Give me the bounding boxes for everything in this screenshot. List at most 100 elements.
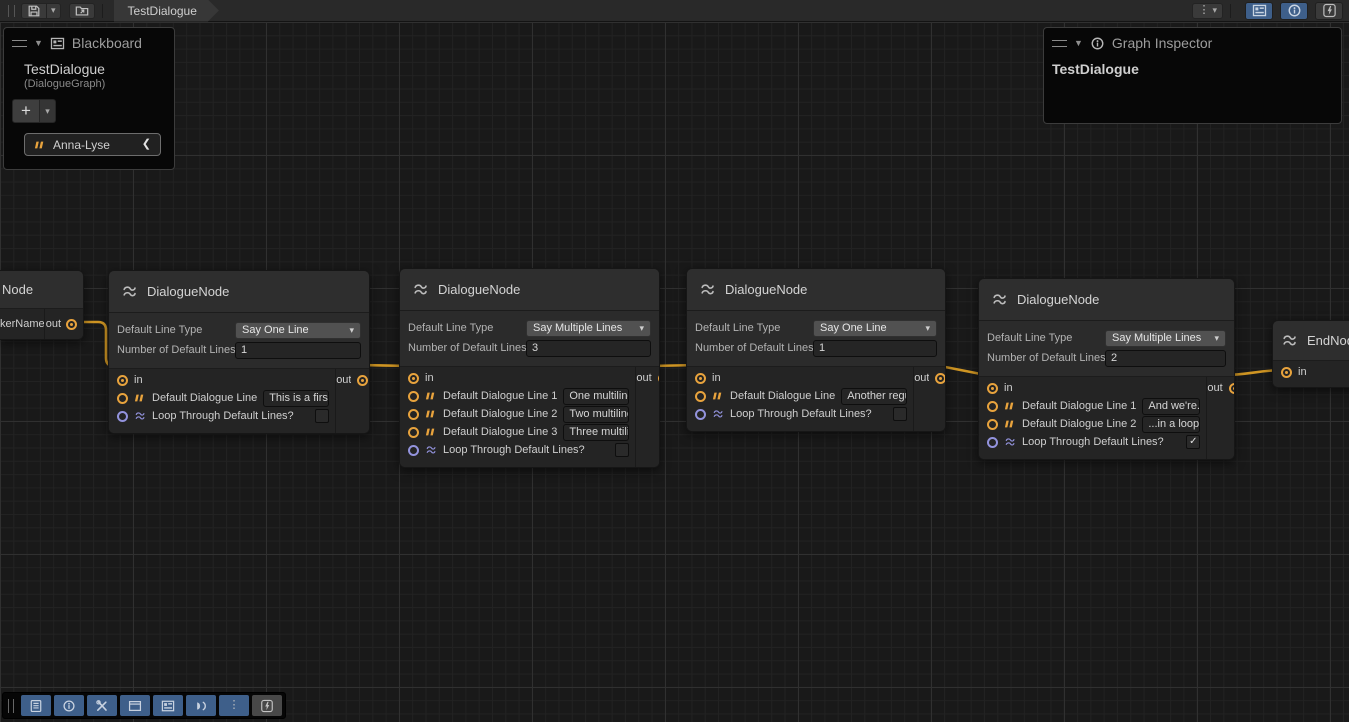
line-port[interactable] [408,391,419,402]
input-port[interactable] [117,375,128,386]
line-port[interactable] [408,427,419,438]
blackboard-header[interactable]: ▼ Blackboard [4,28,174,55]
loop-checkbox[interactable]: ✓ [1186,435,1200,449]
lines-count-field[interactable]: 3 [526,340,651,357]
chevron-left-icon[interactable]: ❮ [142,139,151,150]
output-port-label: out [914,372,929,384]
dialogue-line-field[interactable]: One multiline [563,388,629,405]
breadcrumb-tab[interactable]: TestDialogue [114,0,219,22]
end-node[interactable]: EndNode in [1272,320,1349,388]
add-property-button[interactable]: + [12,99,40,123]
input-port[interactable] [408,373,419,384]
dialogue-line-field[interactable]: Another regu [841,388,907,405]
node-header[interactable]: DialogueNode [400,269,659,311]
loop-port[interactable] [695,409,706,420]
line-port[interactable] [408,409,419,420]
console-toggle-button[interactable] [21,695,51,716]
line-port[interactable] [695,391,706,402]
more-options-button[interactable]: ⋮ [219,695,249,716]
loop-checkbox[interactable] [615,443,629,457]
graph-inspector-panel[interactable]: ▼ Graph Inspector TestDialogue [1043,27,1342,124]
dialogue-node-4[interactable]: DialogueNode Default Line Type Say Multi… [978,278,1235,460]
loop-port[interactable] [117,411,128,422]
dialogue-line-field[interactable]: This is a first [263,390,329,407]
line-type-dropdown[interactable]: Say One Line ▾ [235,322,361,339]
loop-port[interactable] [987,437,998,448]
overflow-menu-button[interactable]: ⋮ ▾ [1192,3,1223,19]
loop-label: Loop Through Default Lines? [443,444,609,456]
speaker-node-partial[interactable]: Node kerName out [0,270,84,340]
chevron-down-icon: ▾ [1214,334,1219,343]
open-asset-button[interactable] [69,3,95,19]
loop-port[interactable] [408,445,419,456]
chevron-down-icon: ▾ [45,107,50,116]
node-header[interactable]: DialogueNode [109,271,369,313]
inspector-graph-name: TestDialogue [1044,55,1341,83]
input-port[interactable] [987,383,998,394]
line-type-dropdown[interactable]: Say One Line ▾ [813,320,937,337]
save-button[interactable] [21,3,47,19]
line-label: Default Dialogue Line 2 [1022,418,1136,430]
dialogue-line-field[interactable]: Two multiline [563,406,629,423]
line-port[interactable] [987,419,998,430]
input-port[interactable] [1281,367,1292,378]
blackboard-panel[interactable]: ▼ Blackboard TestDialogue (DialogueGraph… [3,27,175,170]
node-header[interactable]: DialogueNode [979,279,1234,321]
blackboard-property-row[interactable]: Anna-Lyse ❮ [24,133,161,156]
output-port[interactable] [66,319,77,330]
dialogue-line-field[interactable]: And we're... [1142,398,1200,415]
node-header[interactable]: EndNode [1273,321,1349,361]
drag-handle-icon[interactable] [12,40,27,47]
node-properties: Default Line Type Say Multiple Lines ▾ N… [400,311,659,367]
output-port[interactable] [935,373,946,384]
graph-inspector-header[interactable]: ▼ Graph Inspector [1044,28,1341,55]
loop-icon [712,408,724,420]
drag-handle-icon[interactable] [1052,40,1067,47]
dialogue-line-field[interactable]: ...in a loop [1142,416,1200,433]
line-port[interactable] [117,393,128,404]
dialogue-node-3[interactable]: DialogueNode Default Line Type Say One L… [686,268,946,432]
quote-icon [425,390,437,402]
toggle-graph-inspector-button[interactable] [1280,2,1308,20]
node-header[interactable]: DialogueNode [687,269,945,311]
dialogue-node-2[interactable]: DialogueNode Default Line Type Say Multi… [399,268,660,468]
output-port[interactable] [658,373,660,384]
loop-checkbox[interactable] [893,407,907,421]
lines-count-field[interactable]: 1 [235,342,361,359]
window-icon [128,699,142,713]
lines-count-field[interactable]: 1 [813,340,937,357]
output-port[interactable] [357,375,368,386]
chevron-down-icon: ▾ [349,326,354,335]
spark-toggle-button[interactable] [252,695,282,716]
line-type-value: Say One Line [242,324,309,336]
input-port[interactable] [695,373,706,384]
output-port[interactable] [1229,383,1235,394]
toolbar-drag-handle[interactable] [8,699,14,713]
output-port-label: out [46,318,61,330]
loop-checkbox[interactable] [315,409,329,423]
window-toggle-button[interactable] [120,695,150,716]
toolbar-drag-handle[interactable] [8,5,15,17]
collapse-arrow-icon[interactable]: ▼ [34,39,43,48]
lines-count-field[interactable]: 2 [1105,350,1226,367]
blackboard-toggle-button[interactable] [153,695,183,716]
graph-canvas[interactable]: Node kerName out DialogueNode Default Li… [0,22,1349,722]
node-header[interactable]: Node [0,271,83,309]
blackboard-graph-name: TestDialogue [4,55,174,77]
toggle-blackboard-button[interactable] [1245,2,1273,20]
lines-count-label: Number of Default Lines [408,342,526,354]
dialogue-node-1[interactable]: DialogueNode Default Line Type Say One L… [108,270,370,434]
line-type-dropdown[interactable]: Say Multiple Lines ▾ [1105,330,1226,347]
save-options-dropdown[interactable]: ▾ [47,3,61,19]
tools-toggle-button[interactable] [87,695,117,716]
info-toggle-button[interactable] [54,695,84,716]
collapse-arrow-icon[interactable]: ▼ [1074,39,1083,48]
dialogue-toggle-button[interactable] [186,695,216,716]
add-property-dropdown[interactable]: ▾ [40,99,56,123]
dialogue-line-field[interactable]: Three multiline [563,424,629,441]
line-type-dropdown[interactable]: Say Multiple Lines ▾ [526,320,651,337]
kebab-icon: ⋮ [1198,5,1209,16]
toggle-spark-button[interactable] [1315,2,1343,20]
input-port-label: in [1298,366,1307,378]
line-port[interactable] [987,401,998,412]
